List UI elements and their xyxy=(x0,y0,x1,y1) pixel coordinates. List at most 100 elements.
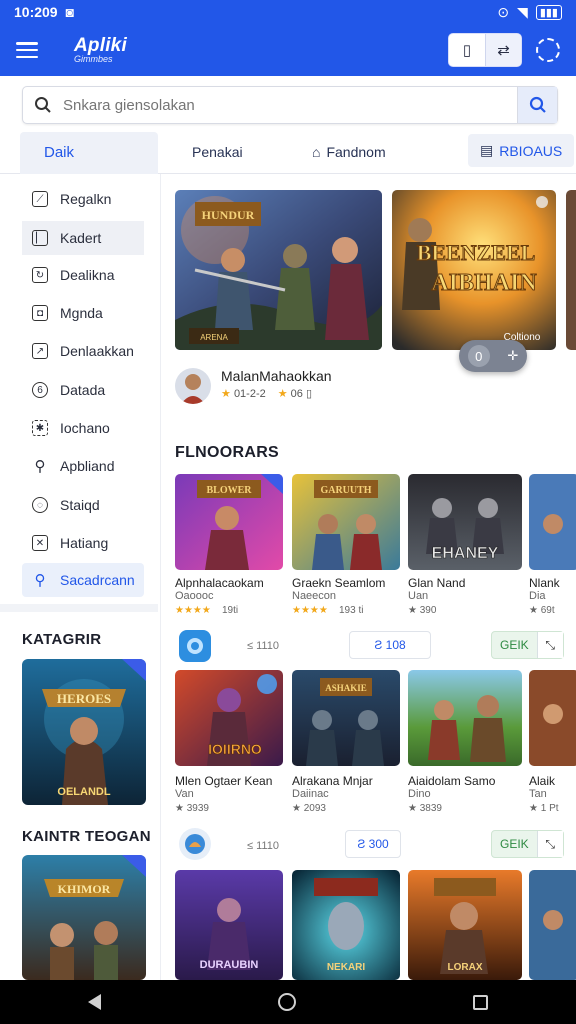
sidebar-item-hatiang[interactable]: ✕ Hatiang xyxy=(22,526,144,560)
arrow-icon: ✛ xyxy=(507,348,519,363)
sidebar-item-mgnda[interactable]: ◘ Mgnda xyxy=(22,296,144,330)
game-logo-text: DURAUBIN xyxy=(200,959,259,971)
puzzle-icon: ✱ xyxy=(32,420,48,436)
game-card-8[interactable] xyxy=(529,670,576,766)
download-count: ≤ 1110 xyxy=(247,640,279,652)
game-rating: ★ 1 Pt xyxy=(529,803,559,814)
review-count: 06 xyxy=(290,388,303,400)
star-icon: ★ xyxy=(277,388,288,400)
category-card-2[interactable]: KHIMOR xyxy=(22,855,146,980)
game-rating: ★ 69t xyxy=(529,605,555,616)
game-card-3[interactable]: EHANEY xyxy=(408,474,522,570)
game-card-5[interactable]: IOIIRNO xyxy=(175,670,283,766)
svg-text:KHIMOR: KHIMOR xyxy=(58,882,111,896)
sidebar-item-label: Sacadrcann xyxy=(60,572,135,588)
game-developer: Van xyxy=(175,788,194,800)
sidebar-item-dealikna[interactable]: ↻ Dealikna xyxy=(22,258,144,292)
install-count-button[interactable]: Ƨ 300 xyxy=(345,830,401,858)
sidebar-item-regalkn[interactable]: ⟋ Regalkn xyxy=(22,182,144,216)
search-bar xyxy=(22,86,558,124)
game-developer: Dia xyxy=(529,590,546,602)
sidebar-item-label: Iochano xyxy=(60,420,110,436)
category-card-caption: OELANDL xyxy=(57,786,110,798)
get-button[interactable]: GEIK ⤡ xyxy=(491,830,564,858)
home-icon[interactable] xyxy=(277,993,296,1011)
sidebar-item-iochano[interactable]: ✱ Iochano xyxy=(22,411,144,445)
sidebar-item-datada[interactable]: 6 Datada xyxy=(22,373,144,407)
share-icon[interactable]: ⇄ xyxy=(485,34,521,66)
game-rating: ★ 3939 xyxy=(175,803,209,814)
game-rating: ★ 3839 xyxy=(408,803,442,814)
game-card-1[interactable]: BLOWER xyxy=(175,474,283,570)
featured-banner-1[interactable]: HUNDUR ARENA xyxy=(175,190,382,350)
developer-name: MalanMahaokkan xyxy=(221,368,332,384)
carousel-control[interactable]: 0 ✛ xyxy=(459,340,527,372)
app-subtitle: Gimmbes xyxy=(74,54,113,64)
search-button[interactable] xyxy=(517,87,557,123)
game-rating: ★ 390 xyxy=(408,605,437,616)
sidebar-item-label: Hatiang xyxy=(60,535,109,551)
copy-icon: ▯ xyxy=(305,388,313,400)
expand-icon[interactable]: ⤡ xyxy=(536,632,563,658)
game-title: Nlank xyxy=(529,576,560,590)
game-title: Aiaidolam Samo xyxy=(408,774,496,788)
rating-value: 01-2-2 xyxy=(233,388,266,400)
featured-banner-2[interactable]: BEENZEEL AIBHAIN Coltiono xyxy=(392,190,556,350)
app-title: Apliki xyxy=(74,35,127,56)
game-card-2[interactable]: GARUUTH xyxy=(292,474,400,570)
game-logo-text: ASHAKIE xyxy=(325,683,367,693)
featured-banner-3[interactable] xyxy=(566,190,576,350)
sidebar-item-denlaakkan[interactable]: ↗ Denlaakkan xyxy=(22,334,144,368)
chart-icon: ↗ xyxy=(32,343,48,359)
game-title: Alrakana Mnjar xyxy=(292,774,373,788)
tab-daik[interactable]: Daik xyxy=(20,131,158,174)
expand-icon[interactable]: ⤡ xyxy=(536,831,563,857)
game-card-10[interactable]: NEKARI xyxy=(292,870,400,980)
game-developer: Uan xyxy=(408,590,429,602)
game-card-12[interactable] xyxy=(529,870,576,980)
refresh-icon: ↻ xyxy=(32,267,48,283)
get-label: GEIK xyxy=(500,638,529,652)
tab-rbioaus[interactable]: ▤ RBIOAUS xyxy=(468,134,575,167)
game-title: Alpnhalacaokam xyxy=(175,576,264,590)
section-title: FLNOORARS xyxy=(175,444,280,461)
game-card-11[interactable]: LORAX xyxy=(408,870,522,980)
game-card-9[interactable]: DURAUBIN xyxy=(175,870,283,980)
sidebar-item-staiqd[interactable]: ◌ Staiqd xyxy=(22,488,144,522)
sidebar-item-sacadrcann[interactable]: ⚲ Sacadrcann xyxy=(22,563,144,597)
tab-fandnom[interactable]: ⌂ Fandnom xyxy=(312,144,386,160)
tablet-icon[interactable]: ▯ xyxy=(449,34,485,66)
tab-penakai[interactable]: Penakai xyxy=(192,144,243,160)
menu-icon[interactable] xyxy=(16,42,38,58)
install-count-button[interactable]: Ƨ 108 xyxy=(349,631,431,659)
close-box-icon: ✕ xyxy=(32,535,48,551)
featured-developer[interactable]: MalanMahaokkan ★ 01-2-2 ★ 06 ▯ xyxy=(175,368,332,404)
game-logo-text: NEKARI xyxy=(327,962,366,973)
game-card-7[interactable] xyxy=(408,670,522,766)
sidebar-item-kadert[interactable]: ▏ Kadert xyxy=(22,221,144,255)
game-developer: Oaoooc xyxy=(175,590,214,602)
rating-stars: ★★★★ xyxy=(292,605,328,616)
tab-bar: Daik Penakai ⌂ Fandnom ▤ RBIOAUS xyxy=(0,131,576,174)
get-button[interactable]: GEIK ⤡ xyxy=(491,631,564,659)
game-title: Glan Nand xyxy=(408,576,466,590)
wifi-icon: ◥ xyxy=(517,3,528,20)
search-input[interactable] xyxy=(63,96,517,114)
sidebar-item-apbliand[interactable]: ⚲ Apbliand xyxy=(22,449,144,483)
get-label: GEIK xyxy=(500,837,529,851)
game-rating: ★ 2093 xyxy=(292,803,326,814)
category-card-1[interactable]: HEROES OELANDL xyxy=(22,659,146,805)
sidebar-item-label: Datada xyxy=(60,382,106,398)
profile-icon[interactable] xyxy=(536,38,560,62)
sidebar-item-label: Staiqd xyxy=(60,497,100,513)
recents-icon[interactable] xyxy=(472,994,488,1010)
game-title: Mlen Ogtaer Kean xyxy=(175,774,273,788)
game-logo-text: BLOWER xyxy=(206,485,252,496)
sidebar-divider xyxy=(0,604,158,612)
back-icon[interactable] xyxy=(88,994,102,1010)
svg-text:HEROES: HEROES xyxy=(57,691,111,706)
game-card-4[interactable] xyxy=(529,474,576,570)
globe-icon: ◌ xyxy=(32,497,48,513)
game-card-6[interactable]: ASHAKIE xyxy=(292,670,400,766)
category-title: KAINTR TEOGAN xyxy=(22,828,151,845)
